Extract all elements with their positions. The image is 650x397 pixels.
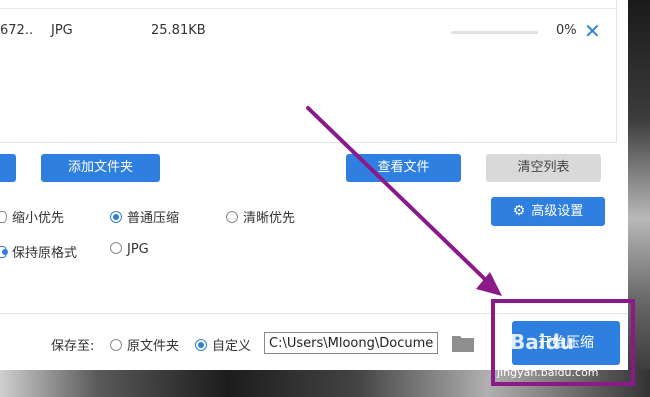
file-progress-bar [451,31,538,34]
baidu-watermark-url: jingyan.baidu.com [497,366,599,379]
gear-icon: ⚙ [512,203,526,219]
radio-jpg[interactable] [110,242,122,254]
label-normal-compress: 普通压缩 [127,211,180,226]
advanced-settings-button[interactable]: ⚙ 高级设置 [491,197,605,226]
label-original-folder: 原文件夹 [127,339,180,354]
file-list-row[interactable]: 672.. JPG 25.81KB 0% ✕ [0,8,616,56]
remove-file-icon[interactable]: ✕ [584,19,601,43]
option-keep-format[interactable]: 保持原格式 [0,242,77,261]
option-shrink-first[interactable]: 缩小优先 [0,207,64,226]
file-size: 25.81KB [151,23,206,38]
file-progress-text: 0% [556,23,577,38]
label-keep-format: 保持原格式 [12,246,78,261]
file-format: JPG [51,23,73,38]
option-original-folder[interactable]: 原文件夹 [110,335,179,354]
option-normal-compress[interactable]: 普通压缩 [110,207,179,226]
radio-keep-format[interactable] [0,246,8,258]
baidu-watermark: Baidu [510,330,575,354]
option-custom-folder[interactable]: 自定义 [195,335,251,354]
radio-custom-folder[interactable] [195,339,207,351]
file-name: 672.. [0,23,34,38]
save-to-label: 保存至: [51,339,95,354]
output-path-input[interactable] [264,332,438,354]
add-file-button[interactable] [0,154,16,182]
label-jpg: JPG [127,242,149,257]
file-list-right-border [616,0,617,143]
option-clarity-first[interactable]: 清晰优先 [226,207,295,226]
radio-shrink-first[interactable] [0,211,7,223]
view-files-button[interactable]: 查看文件 [346,154,461,182]
radio-clarity-first[interactable] [226,211,238,223]
label-custom-folder: 自定义 [212,339,252,354]
option-jpg[interactable]: JPG [110,242,149,257]
file-list-empty-area [0,55,616,142]
radio-original-folder[interactable] [110,339,122,351]
label-clarity-first: 清晰优先 [243,211,296,226]
file-list-divider [0,142,616,143]
advanced-settings-label: 高级设置 [531,204,584,219]
radio-normal-compress[interactable] [110,211,122,223]
clear-list-button[interactable]: 清空列表 [486,154,601,182]
add-folder-button[interactable]: 添加文件夹 [41,154,160,182]
label-shrink-first: 缩小优先 [12,211,65,226]
folder-icon[interactable] [451,333,475,353]
